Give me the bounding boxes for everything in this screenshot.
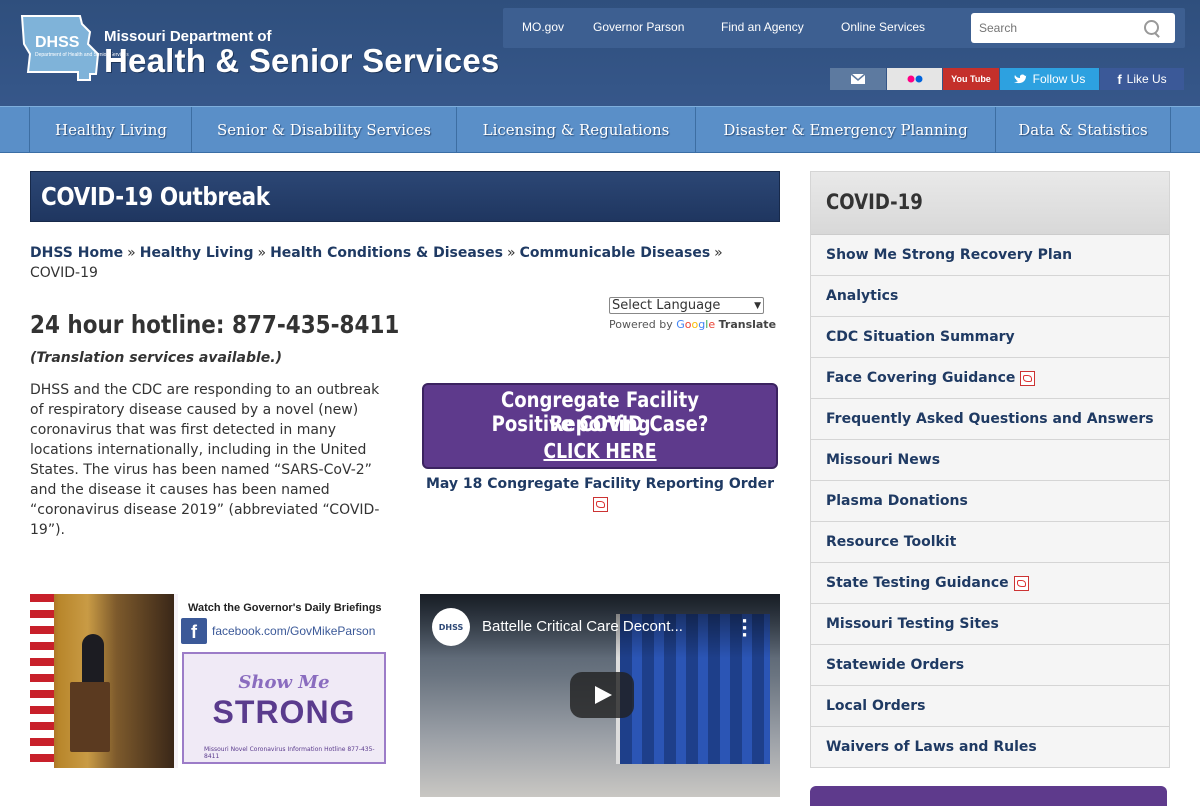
twitter-icon [1013,74,1027,84]
sidebar-item-missouri-news[interactable]: Missouri News [811,440,1169,481]
facebook-label: Like Us [1126,72,1167,86]
facebook-icon: f [181,618,207,644]
site-logo[interactable]: DHSS Department of Health and Senior Serv… [20,14,500,84]
chevron-down-icon: ▼ [754,300,761,311]
toplink-governor[interactable]: Governor Parson [593,20,684,34]
sidebar-heading-box: COVID-19 [811,172,1169,235]
nav-senior-disability[interactable]: Senior & Disability Services [192,107,457,152]
search-icon[interactable] [1144,20,1159,35]
governor-photo [30,594,174,768]
sidebar-item-label: CDC Situation Summary [826,329,1015,345]
reporting-order-link-wrap: May 18 Congregate Facility Reporting Ord… [420,474,780,514]
pdf-icon [1013,575,1029,591]
sidebar-item-label: Plasma Donations [826,493,968,509]
facebook-url: facebook.com/GovMikeParson [212,624,376,638]
flickr-icon[interactable] [887,68,942,90]
breadcrumb: DHSS Home» Healthy Living» Health Conditio… [30,245,723,281]
youtube-icon[interactable]: You Tube [943,68,999,90]
pdf-icon [1020,370,1036,386]
sidebar-item-label: Missouri Testing Sites [826,616,999,632]
show-me-text: Show Me [238,672,330,693]
flag-image [30,594,54,768]
email-icon[interactable] [830,68,886,90]
sidebar-item-waivers[interactable]: Waivers of Laws and Rules [811,727,1169,767]
hotline-heading: 24 hour hotline: 877-435-8411 [30,310,400,339]
sidebar-heading: COVID-19 [826,190,923,214]
info-hotline-small: Missouri Novel Coronavirus Information H… [204,746,375,760]
banner-click-here: CLICK HERE [543,439,657,463]
sidebar-item-label: Face Covering Guidance [826,370,1016,386]
sidebar-item-label: Frequently Asked Questions and Answers [826,411,1154,427]
sidebar-item-recovery-plan[interactable]: Show Me Strong Recovery Plan [811,235,1169,276]
search-box [971,13,1175,43]
breadcrumb-dhss-home[interactable]: DHSS Home [30,245,123,261]
banner-line-2: Positive COVID Case? [491,412,709,436]
sidebar-item-faq[interactable]: Frequently Asked Questions and Answers [811,399,1169,440]
sidebar-item-cdc-summary[interactable]: CDC Situation Summary [811,317,1169,358]
sidebar-item-local-orders[interactable]: Local Orders [811,686,1169,727]
sidebar-item-label: Analytics [826,288,899,304]
sidebar-item-face-covering[interactable]: Face Covering Guidance [811,358,1169,399]
play-button[interactable] [570,672,634,718]
sidebar-item-label: Waivers of Laws and Rules [826,739,1037,755]
search-input[interactable] [977,20,1141,36]
powered-by-google: Powered by Google Translate [609,318,777,331]
breadcrumb-communicable-diseases[interactable]: Communicable Diseases [520,245,711,261]
sidebar-item-label: State Testing Guidance [826,575,1009,591]
sidebar-item-label: Statewide Orders [826,657,965,673]
nav-data-statistics[interactable]: Data & Statistics [996,107,1171,152]
breadcrumb-healthy-living[interactable]: Healthy Living [140,245,254,261]
breadcrumb-current: COVID-19 [30,265,98,281]
site-header: DHSS Department of Health and Senior Serv… [0,0,1200,106]
translate-link[interactable]: Translate [719,318,776,331]
nav-spacer [0,107,30,152]
show-me-strong-logo: Show Me STRONG Missouri Novel Coronaviru… [182,652,386,764]
twitter-follow-button[interactable]: Follow Us [1000,68,1099,90]
sidebar-item-label: Resource Toolkit [826,534,957,550]
twitter-label: Follow Us [1032,72,1086,86]
breadcrumb-health-conditions[interactable]: Health Conditions & Diseases [270,245,503,261]
pdf-icon [592,496,608,512]
google-translate-widget: Select Language ▼ Powered by Google Tran… [609,297,776,331]
page-title: COVID-19 Outbreak [41,182,270,211]
translation-note: (Translation services available.) [30,350,283,366]
youtube-video-embed[interactable]: DHSS Battelle Critical Care Decont... · ·… [420,594,780,797]
nav-healthy-living[interactable]: Healthy Living [31,107,192,152]
sidebar-item-plasma[interactable]: Plasma Donations [811,481,1169,522]
more-options-icon[interactable]: · · · [741,613,748,645]
sidebar-item-testing-sites[interactable]: Missouri Testing Sites [811,604,1169,645]
governor-briefing-graphic[interactable]: Watch the Governor's Daily Briefings f f… [30,594,390,768]
reporting-order-link[interactable]: May 18 Congregate Facility Reporting Ord… [426,476,774,492]
facebook-like-button[interactable]: f Like Us [1100,68,1184,90]
nav-disaster[interactable]: Disaster & Emergency Planning [696,107,996,152]
speaker-figure [82,634,104,684]
congregate-reporting-banner[interactable]: Congregate Facility Reporting Positive C… [422,383,778,469]
briefing-heading: Watch the Governor's Daily Briefings [188,602,382,614]
strong-text: STRONG [212,694,356,730]
sidebar-item-testing-guidance[interactable]: State Testing Guidance [811,563,1169,604]
toplink-online-services[interactable]: Online Services [841,20,925,34]
sidebar-item-resource-toolkit[interactable]: Resource Toolkit [811,522,1169,563]
toplink-mo-gov[interactable]: MO.gov [522,20,564,34]
sidebar-item-statewide-orders[interactable]: Statewide Orders [811,645,1169,686]
channel-avatar[interactable]: DHSS [432,608,470,646]
google-logo-icon: Google [676,318,716,331]
podium-image [70,682,110,752]
toplink-find-agency[interactable]: Find an Agency [721,20,804,34]
language-select[interactable]: Select Language ▼ [609,297,764,314]
sidebar-item-label: Missouri News [826,452,941,468]
intro-paragraph: DHSS and the CDC are responding to an ou… [30,382,380,538]
sidebar-item-label: Local Orders [826,698,926,714]
covid-sidebar: COVID-19 Show Me Strong Recovery Plan An… [810,171,1170,768]
briefing-info-panel: Watch the Governor's Daily Briefings f f… [178,594,390,768]
video-title[interactable]: Battelle Critical Care Decont... [482,618,683,635]
main-nav: Healthy Living Senior & Disability Servi… [0,106,1200,153]
page-title-bar: COVID-19 Outbreak [30,171,780,222]
nav-licensing[interactable]: Licensing & Regulations [457,107,696,152]
sidebar-item-analytics[interactable]: Analytics [811,276,1169,317]
sidebar-promo-banner[interactable] [810,786,1167,806]
logo-main-text: Health & Senior Services [104,42,500,79]
sidebar-item-label: Show Me Strong Recovery Plan [826,247,1073,263]
facebook-icon: f [1117,71,1122,87]
